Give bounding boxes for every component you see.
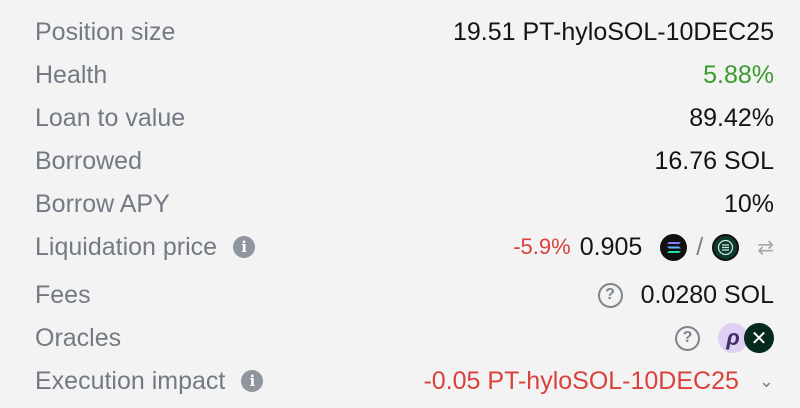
borrow-apy-label: Borrow APY xyxy=(35,189,170,218)
borrowed-label: Borrowed xyxy=(35,146,142,175)
health-row: Health 5.88% xyxy=(35,55,774,95)
execution-impact-row: Execution impact i -0.05 PT-hyloSOL-10DE… xyxy=(35,361,774,401)
oracles-row: Oracles ? ρ ✕ xyxy=(35,318,774,358)
borrowed-value: 16.76 SOL xyxy=(654,146,774,175)
execution-impact-label: Execution impact xyxy=(35,366,226,395)
usdc-token-icon xyxy=(712,233,740,261)
fees-row: Fees ? 0.0280 SOL xyxy=(35,275,774,315)
borrow-apy-row: Borrow APY 10% xyxy=(35,184,774,224)
fees-label: Fees xyxy=(35,280,91,309)
swap-icon[interactable]: ⇄ xyxy=(757,235,774,260)
liquidation-price-label: Liquidation price xyxy=(35,232,218,261)
position-size-value: 19.51 PT-hyloSOL-10DEC25 xyxy=(452,17,774,46)
liquidation-price-value: 0.905 xyxy=(579,232,643,261)
fees-value: 0.0280 SOL xyxy=(640,280,774,309)
info-icon[interactable]: i xyxy=(233,236,256,258)
chevron-down-icon[interactable]: ⌄ xyxy=(759,371,774,392)
info-icon[interactable]: i xyxy=(241,370,264,392)
loan-to-value-label: Loan to value xyxy=(35,103,186,132)
health-value: 5.88% xyxy=(703,60,774,89)
execution-impact-value: -0.05 PT-hyloSOL-10DEC25 xyxy=(423,366,739,395)
position-summary: Position size 19.51 PT-hyloSOL-10DEC25 H… xyxy=(0,0,800,408)
borrowed-row: Borrowed 16.76 SOL xyxy=(35,141,774,181)
solana-token-icon xyxy=(660,233,688,261)
position-size-row: Position size 19.51 PT-hyloSOL-10DEC25 xyxy=(35,12,774,52)
liquidation-price-row: Liquidation price i -5.9% 0.905 / ⇄ xyxy=(35,227,774,267)
borrow-apy-value: 10% xyxy=(723,189,774,218)
oracles-label: Oracles xyxy=(35,323,122,352)
position-size-label: Position size xyxy=(35,17,176,46)
question-mark-icon[interactable]: ? xyxy=(675,325,700,351)
question-mark-icon[interactable]: ? xyxy=(597,282,623,308)
price-pair-divider: / xyxy=(696,232,704,261)
loan-to-value-row: Loan to value 89.42% xyxy=(35,98,774,138)
liquidation-price-change: -5.9% xyxy=(513,234,571,259)
health-label: Health xyxy=(35,60,108,89)
loan-to-value-value: 89.42% xyxy=(689,103,774,132)
switchboard-oracle-icon: ✕ xyxy=(744,323,774,353)
